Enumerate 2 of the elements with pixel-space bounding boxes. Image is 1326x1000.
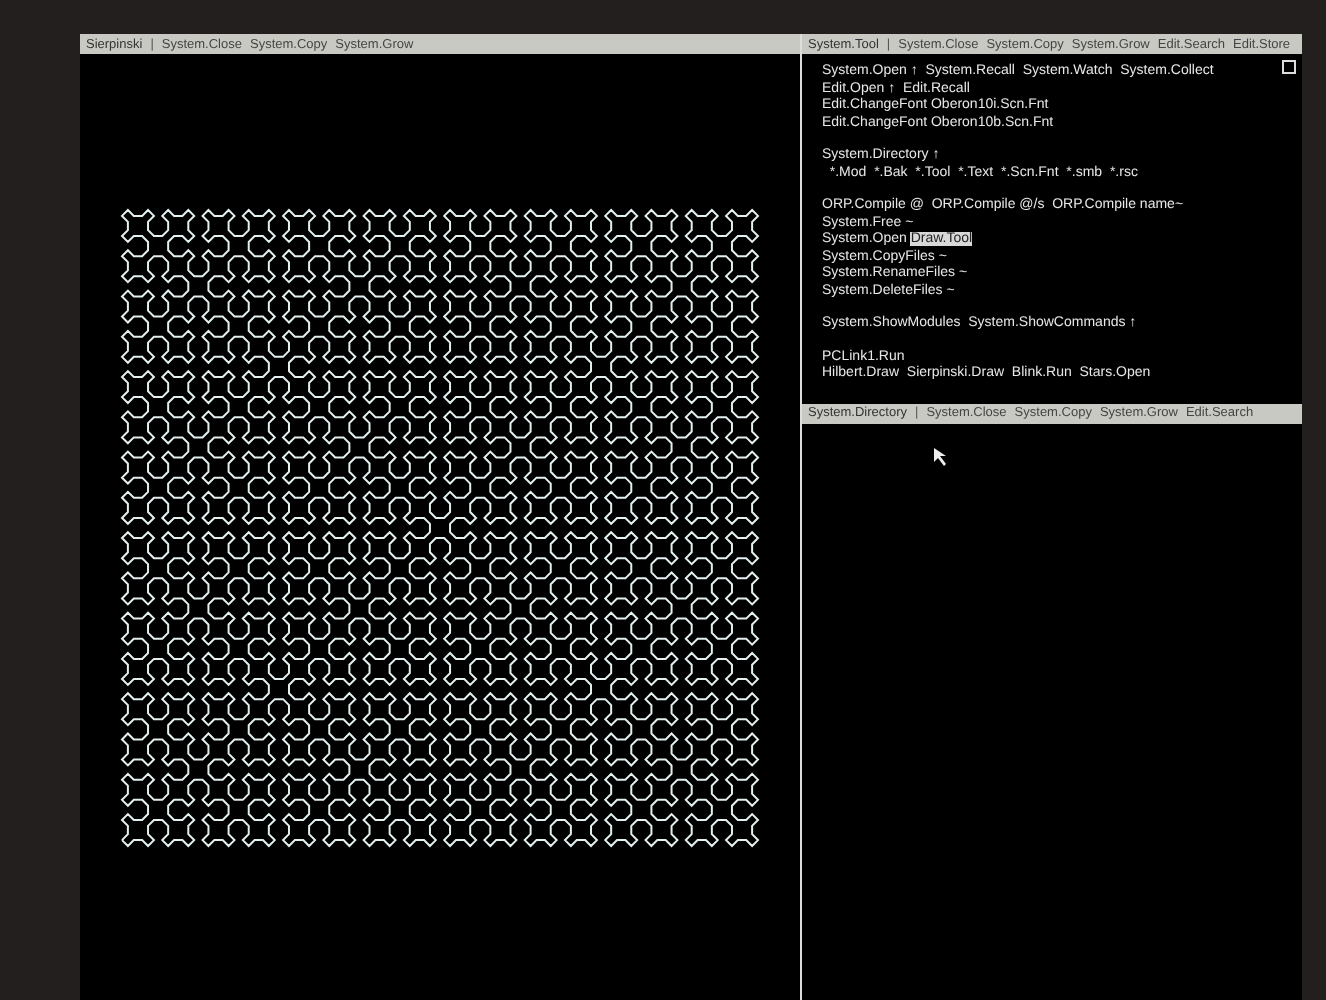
mouse-pointer-icon bbox=[934, 447, 952, 467]
viewer-mark-icon bbox=[1282, 60, 1296, 74]
